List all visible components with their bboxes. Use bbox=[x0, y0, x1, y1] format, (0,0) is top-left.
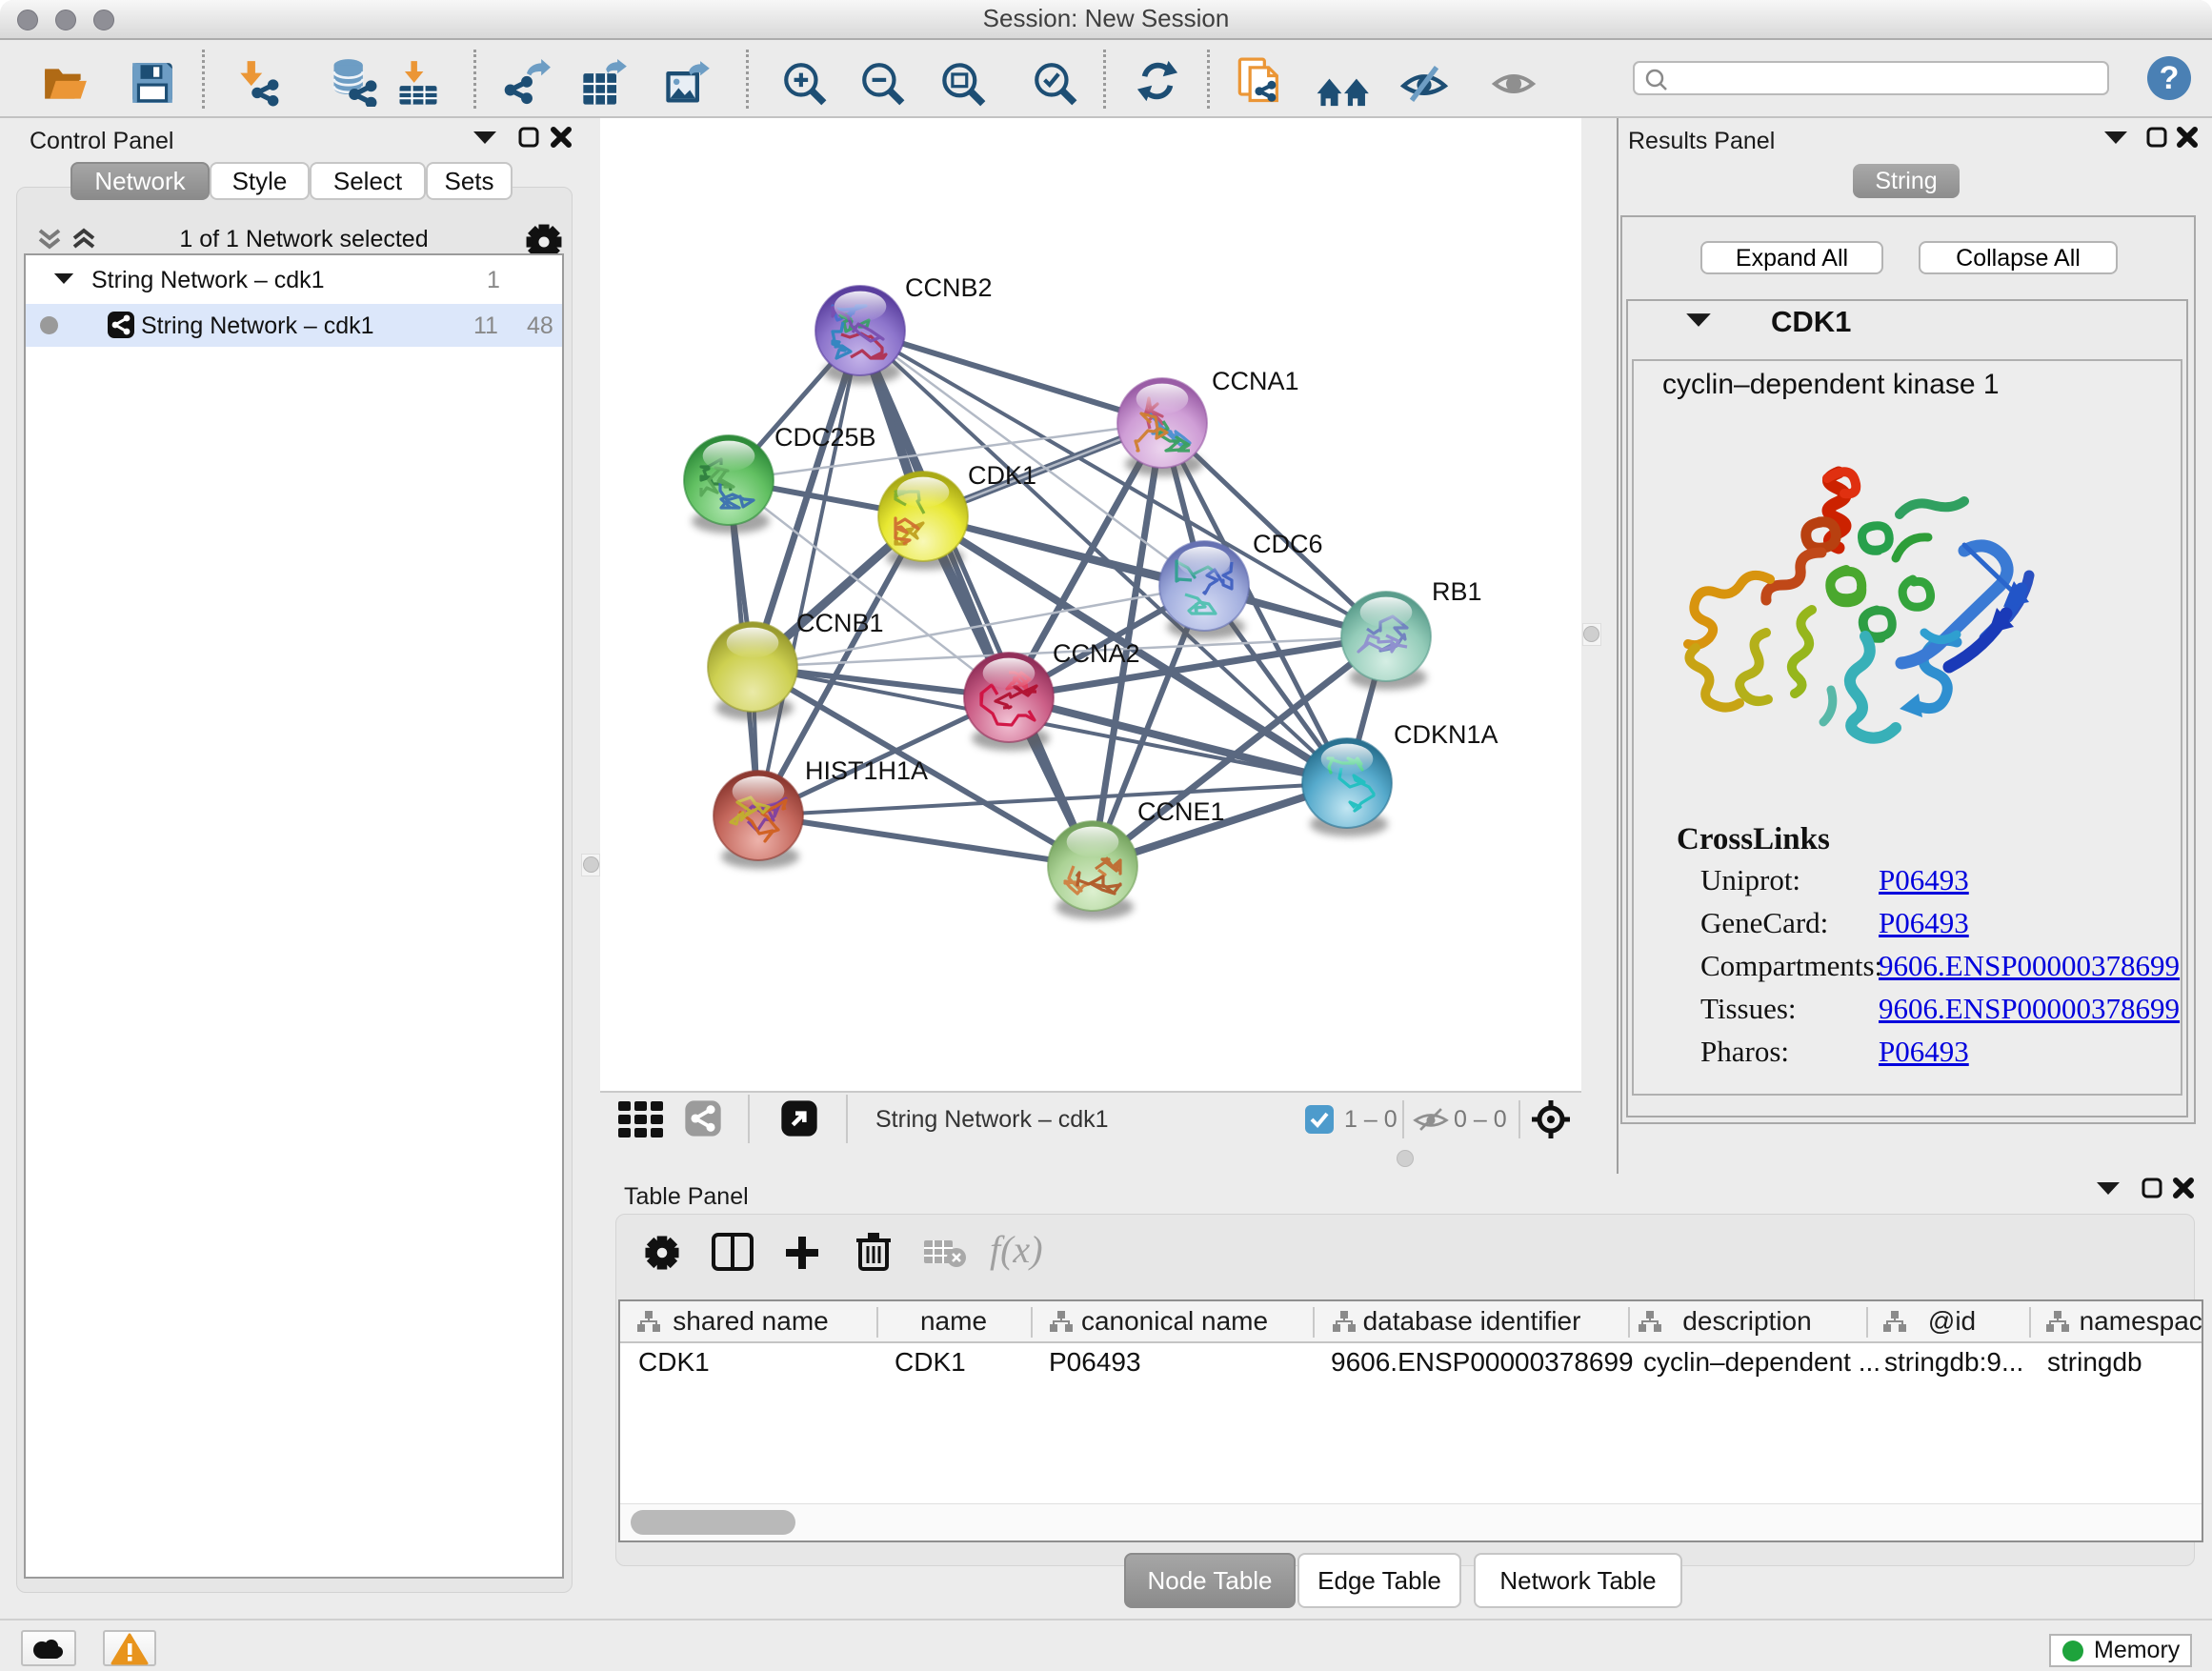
svg-text:CDK1: CDK1 bbox=[968, 461, 1036, 490]
svg-text:CCNE1: CCNE1 bbox=[1137, 797, 1225, 826]
svg-text:CDC6: CDC6 bbox=[1253, 530, 1323, 558]
svg-text:CCNB1: CCNB1 bbox=[796, 609, 884, 637]
svg-text:CCNA1: CCNA1 bbox=[1212, 367, 1299, 395]
svg-text:CDC25B: CDC25B bbox=[774, 423, 876, 452]
svg-text:CCNB2: CCNB2 bbox=[905, 273, 993, 302]
svg-text:CCNA2: CCNA2 bbox=[1053, 639, 1140, 668]
svg-text:CDKN1A: CDKN1A bbox=[1394, 720, 1498, 749]
svg-text:HIST1H1A: HIST1H1A bbox=[805, 756, 928, 785]
svg-text:RB1: RB1 bbox=[1432, 577, 1482, 606]
